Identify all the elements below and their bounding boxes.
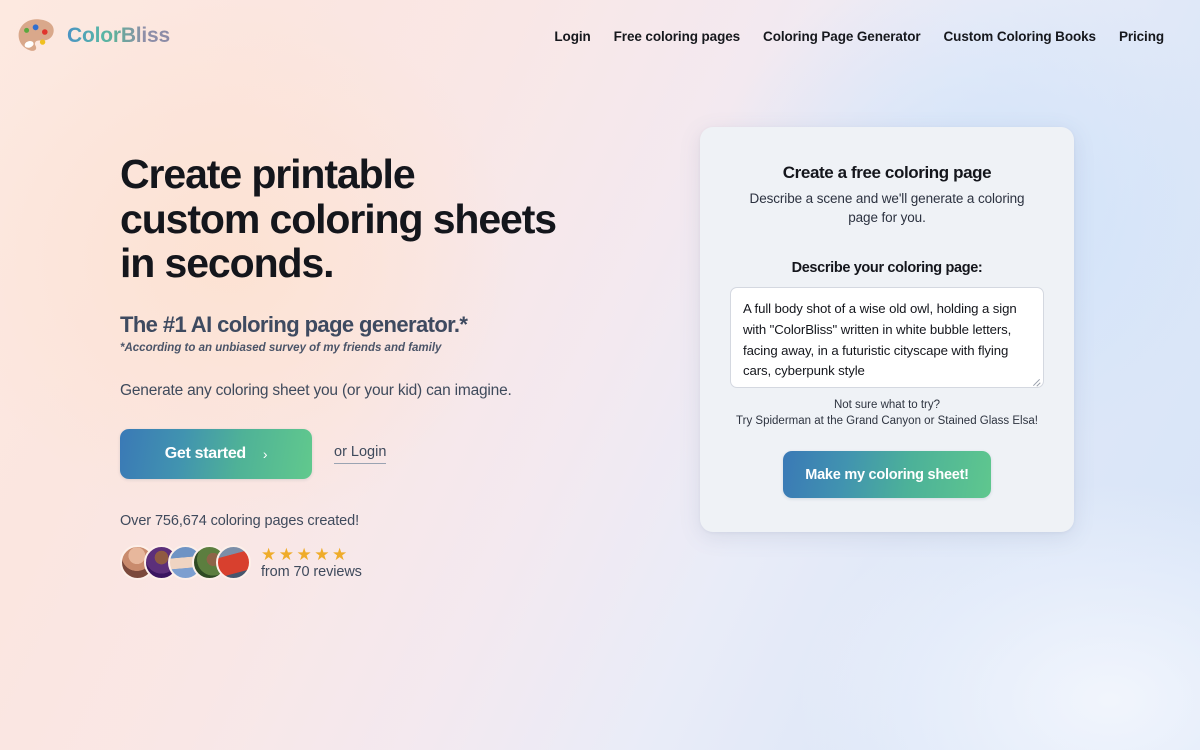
prompt-field-label: Describe your coloring page:: [791, 259, 983, 276]
review-count: from 70 reviews: [261, 563, 362, 580]
hero-disclaimer: *According to an unbiased survey of my f…: [120, 342, 442, 355]
prompt-hint-line-1: Not sure what to try?: [833, 398, 941, 411]
brand-logo-link[interactable]: ColorBliss: [14, 16, 170, 56]
rating-block: ★★★★★ from 70 reviews: [261, 546, 362, 580]
nav-item-custom-coloring-books[interactable]: Custom Coloring Books: [944, 29, 1097, 44]
get-started-button[interactable]: Get started ›: [120, 429, 312, 480]
hero-section: Create printable custom coloring sheets …: [0, 72, 1200, 581]
prompt-hint-line-2: Try Spiderman at the Grand Canyon or Sta…: [736, 415, 1038, 428]
page: ColorBliss Login Free coloring pages Col…: [0, 0, 1200, 750]
prompt-textarea[interactable]: [730, 286, 1044, 388]
get-started-label: Get started: [164, 445, 246, 463]
chevron-right-icon: ›: [262, 446, 268, 463]
hero-cta-row: Get started › or Login: [120, 429, 620, 480]
generator-card: Create a free coloring page Describe a s…: [700, 127, 1074, 533]
palette-icon: [14, 16, 58, 56]
main-navigation: Login Free coloring pages Coloring Page …: [554, 29, 1164, 44]
nav-item-pricing[interactable]: Pricing: [1119, 29, 1164, 44]
page-title: Create printable custom coloring sheets …: [120, 151, 557, 287]
brand-name: ColorBliss: [67, 24, 171, 47]
prompt-hint: Not sure what to try? Try Spiderman at t…: [730, 397, 1044, 430]
hero-subheadline: The #1 AI coloring page generator.*: [120, 312, 468, 338]
or-login-link[interactable]: or Login: [334, 444, 387, 465]
site-header: ColorBliss Login Free coloring pages Col…: [0, 0, 1200, 72]
social-proof: ★★★★★ from 70 reviews: [120, 545, 620, 581]
nav-item-free-coloring-pages[interactable]: Free coloring pages: [614, 29, 740, 44]
hero-text-column: Create printable custom coloring sheets …: [120, 151, 620, 581]
nav-item-coloring-page-generator[interactable]: Coloring Page Generator: [763, 29, 921, 44]
reviewer-avatars: [120, 545, 251, 581]
generator-title: Create a free coloring page: [782, 163, 992, 182]
nav-item-login[interactable]: Login: [554, 29, 590, 44]
generator-subtitle: Describe a scene and we'll generate a co…: [749, 191, 1025, 225]
pages-created-counter: Over 756,674 coloring pages created!: [120, 513, 360, 530]
prompt-box: [730, 286, 1044, 388]
avatar: [216, 545, 251, 581]
star-rating-icon: ★★★★★: [261, 544, 350, 564]
hero-lede: Generate any coloring sheet you (or your…: [120, 382, 512, 400]
make-coloring-sheet-button[interactable]: Make my coloring sheet!: [783, 451, 991, 499]
